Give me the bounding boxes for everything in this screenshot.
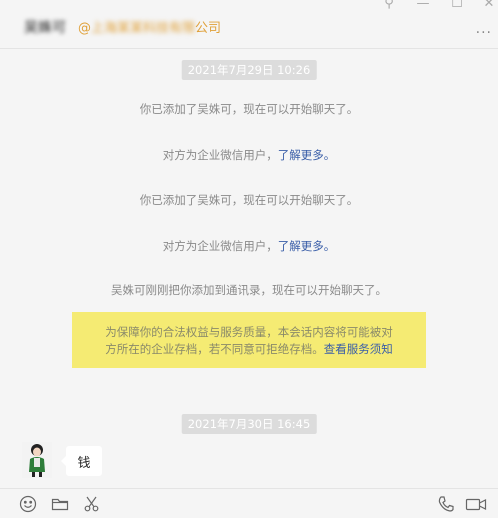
timestamp: 2021年7月29日 10:26 — [181, 60, 317, 80]
phone-icon[interactable] — [436, 494, 456, 514]
chat-bubble[interactable]: 钱 — [61, 446, 102, 476]
timestamp: 2021年7月30日 16:45 — [181, 414, 317, 434]
service-terms-link[interactable]: 查看服务须知 — [324, 342, 393, 356]
video-icon[interactable] — [464, 494, 490, 514]
system-message: 你已添加了吴姝可，现在可以开始聊天了。 — [139, 193, 359, 207]
contact-name[interactable]: 吴姝可 — [24, 17, 66, 37]
header-divider — [0, 48, 498, 49]
company-name-suffix: 公司 — [195, 21, 222, 36]
company-name: @上海某某科技有限公司 — [78, 21, 222, 36]
avatar[interactable] — [22, 442, 52, 478]
system-message: 吴姝可刚刚把你添加到通讯录，现在可以开始聊天了。 — [111, 283, 387, 297]
scissors-icon[interactable] — [82, 494, 102, 514]
notice-line-2: 方所在的企业存档，若不同意可拒绝存档。查看服务须知 — [92, 341, 406, 358]
system-message-text: 对方为企业微信用户， — [162, 239, 278, 253]
company-name-blurred: 上海某某科技有限 — [91, 21, 196, 36]
close-icon[interactable]: ✕ — [482, 0, 496, 11]
emoji-icon[interactable] — [18, 494, 38, 514]
system-message: 你已添加了吴姝可，现在可以开始聊天了。 — [139, 102, 359, 116]
maximize-icon[interactable]: ☐ — [450, 0, 464, 11]
more-options-button[interactable]: ··· — [476, 25, 492, 41]
toolbar-divider — [0, 488, 498, 489]
system-message: 对方为企业微信用户，了解更多。 — [0, 147, 498, 163]
learn-more-link[interactable]: 了解更多。 — [278, 239, 336, 253]
notice-line-1: 为保障你的合法权益与服务质量，本会话内容将可能被对 — [105, 325, 393, 339]
system-message: 对方为企业微信用户，了解更多。 — [0, 238, 498, 254]
chat-header: 吴姝可 @上海某某科技有限公司 ⚲ — ☐ ✕ ··· — [0, 0, 498, 48]
minimize-icon[interactable]: — — [416, 0, 430, 11]
archive-notice: 为保障你的合法权益与服务质量，本会话内容将可能被对 方所在的企业存档，若不同意可… — [72, 312, 426, 368]
learn-more-link[interactable]: 了解更多。 — [278, 148, 336, 162]
notice-line-2-text: 方所在的企业存档，若不同意可拒绝存档。 — [105, 342, 324, 356]
system-message-text: 对方为企业微信用户， — [162, 148, 278, 162]
folder-icon[interactable] — [50, 494, 70, 514]
pin-icon[interactable]: ⚲ — [382, 0, 396, 11]
